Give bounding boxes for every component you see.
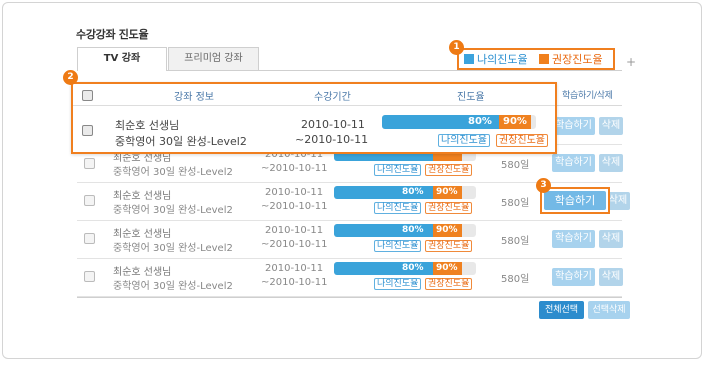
period-start: 2010-10-11 <box>265 225 324 236</box>
recommended-progress-percent: 90% <box>436 187 458 197</box>
period-start: 2010-10-11 <box>265 263 324 274</box>
column-header-progress: 진도율 <box>457 92 485 103</box>
my-progress-percent: 80% <box>402 263 424 273</box>
recommended-progress-percent: 90% <box>436 225 458 235</box>
row-checkbox[interactable] <box>84 195 95 206</box>
progress-bar: 80% 90% <box>334 186 476 199</box>
my-progress-tag: 나의진도율 <box>374 164 422 176</box>
study-button[interactable]: 학습하기 <box>552 154 595 172</box>
column-header-info: 강좌 정보 <box>174 92 214 103</box>
course-name: 중학영어 30일 완성-Level2 <box>113 281 233 292</box>
period-end: ~2010-10-11 <box>261 201 328 212</box>
delete-button[interactable]: 삭제 <box>599 117 623 135</box>
popup-header-divider <box>73 105 555 106</box>
callout-badge-3: 3 <box>536 178 551 193</box>
my-progress-tag: 나의진도율 <box>374 202 422 214</box>
delete-button[interactable]: 삭제 <box>599 268 623 286</box>
row-checkbox[interactable] <box>84 158 95 169</box>
legend-my-progress: 나의진도율 <box>464 53 528 66</box>
row-checkbox[interactable] <box>82 125 93 136</box>
course-name: 중학영어 30일 완성-Level2 <box>115 135 247 148</box>
period-start: 2010-10-11 <box>265 187 324 198</box>
course-name: 중학영어 30일 완성-Level2 <box>113 167 233 178</box>
progress-bar: 80% 90% <box>334 262 476 275</box>
period-end: ~2010-10-11 <box>261 163 328 174</box>
table-row: 최순호 선생님 중학영어 30일 완성-Level2 2010-10-11 ~2… <box>77 221 623 259</box>
recommended-progress-tag: 권장진도율 <box>425 164 473 176</box>
delete-button[interactable]: 삭제 <box>599 154 623 172</box>
column-header-period: 수강기간 <box>314 92 351 103</box>
study-button[interactable]: 학습하기 <box>544 191 606 210</box>
table-row: 최순호 선생님 중학영어 30일 완성-Level2 2010-10-11 ~2… <box>77 259 623 297</box>
progress-bar: 80% 90% <box>334 224 476 237</box>
my-progress-tag: 나의진도율 <box>374 278 422 290</box>
recommended-progress-percent: 90% <box>503 116 527 127</box>
remaining-days: 580일 <box>501 198 530 209</box>
blue-square-icon <box>464 54 474 64</box>
teacher-name: 최순호 선생님 <box>113 191 172 202</box>
table-bottom-divider <box>77 297 622 298</box>
legend-rec-label: 권장진도율 <box>552 53 603 66</box>
legend-my-label: 나의진도율 <box>477 53 528 66</box>
period-end: ~2010-10-11 <box>261 277 328 288</box>
teacher-name: 최순호 선생님 <box>115 119 180 132</box>
remaining-days: 580일 <box>501 274 530 285</box>
callout-badge-1: 1 <box>449 40 464 55</box>
my-progress-tag: 나의진도율 <box>374 240 422 252</box>
recommended-progress-tag: 권장진도율 <box>496 134 548 147</box>
recommended-progress-percent: 90% <box>436 263 458 273</box>
period-end: ~2010-10-11 <box>295 133 369 146</box>
study-button[interactable]: 학습하기 <box>552 268 595 286</box>
study-button[interactable]: 학습하기 <box>552 117 595 135</box>
more-plus-icon[interactable]: + <box>626 55 636 69</box>
highlighted-study-frame: 학습하기 <box>540 187 610 214</box>
remaining-days: 580일 <box>501 160 530 171</box>
remaining-days: 580일 <box>501 236 530 247</box>
select-all-checkbox[interactable] <box>82 90 93 101</box>
page-title: 수강강좌 진도율 <box>76 28 149 41</box>
study-button[interactable]: 학습하기 <box>552 230 595 248</box>
teacher-name: 최순호 선생님 <box>113 267 172 278</box>
column-header-action: 학습하기/삭제 <box>562 91 613 101</box>
my-progress-percent: 80% <box>468 116 492 127</box>
tab-premium-course[interactable]: 프리미엄 강좌 <box>168 47 259 70</box>
recommended-progress-tag: 권장진도율 <box>425 240 473 252</box>
recommended-progress-tag: 권장진도율 <box>425 202 473 214</box>
course-name: 중학영어 30일 완성-Level2 <box>113 243 233 254</box>
my-progress-percent: 80% <box>402 225 424 235</box>
row-checkbox[interactable] <box>84 271 95 282</box>
tab-tv-course[interactable]: TV 강좌 <box>77 47 167 71</box>
period-start: 2010-10-11 <box>301 118 365 131</box>
progress-bar: 80% 90% <box>382 115 536 129</box>
teacher-name: 최순호 선생님 <box>113 229 172 240</box>
my-progress-percent: 80% <box>402 187 424 197</box>
callout-badge-2: 2 <box>63 70 78 85</box>
legend-recommended-progress: 권장진도율 <box>539 53 603 66</box>
my-progress-tag: 나의진도율 <box>438 134 490 147</box>
recommended-progress-tag: 권장진도율 <box>425 278 473 290</box>
select-all-button[interactable]: 전체선택 <box>539 301 584 319</box>
orange-square-icon <box>539 54 549 64</box>
course-name: 중학영어 30일 완성-Level2 <box>113 205 233 216</box>
progress-legend: 나의진도율 권장진도율 <box>457 48 615 70</box>
period-end: ~2010-10-11 <box>261 239 328 250</box>
delete-button[interactable]: 삭제 <box>599 230 623 248</box>
highlighted-course-popup: 강좌 정보 수강기간 진도율 최순호 선생님 중학영어 30일 완성-Level… <box>71 82 557 154</box>
delete-selected-button[interactable]: 선택삭제 <box>588 301 630 319</box>
row-checkbox[interactable] <box>84 233 95 244</box>
